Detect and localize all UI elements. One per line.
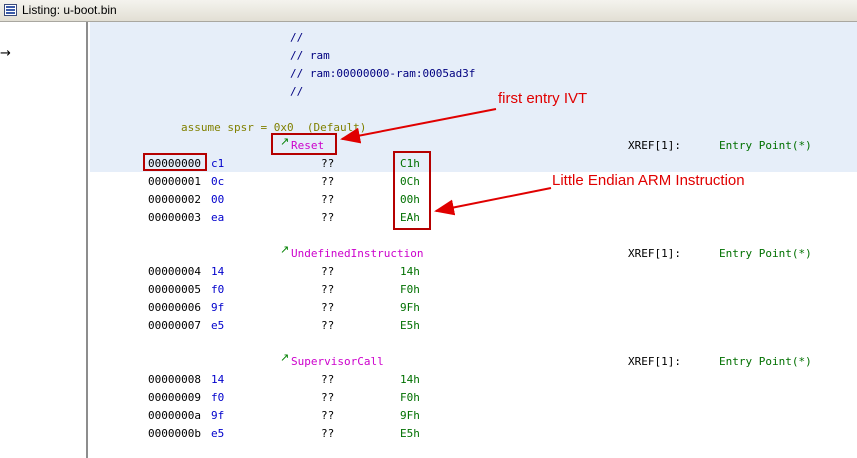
xref-arrow-icon: ↗ <box>280 351 290 364</box>
xref-label: XREF[1]: <box>628 139 681 152</box>
comment-line: // <box>290 31 304 44</box>
reset-label-highlight-box <box>271 133 337 155</box>
address[interactable]: 0000000a <box>148 409 201 422</box>
mnemonic: ?? <box>321 427 335 440</box>
address[interactable]: 00000006 <box>148 301 201 314</box>
value: F0h <box>400 391 420 404</box>
mnemonic: ?? <box>321 319 335 332</box>
value: 14h <box>400 373 420 386</box>
mnemonic: ?? <box>321 175 335 188</box>
xref-label: XREF[1]: <box>628 355 681 368</box>
cursor-arrow-icon: → <box>0 46 11 61</box>
address[interactable]: 00000003 <box>148 211 201 224</box>
comment-line: // ram:00000000-ram:0005ad3f <box>290 67 476 80</box>
annotation-first-entry: first entry IVT <box>498 90 588 107</box>
byte: e5 <box>211 427 225 440</box>
mnemonic: ?? <box>321 301 335 314</box>
xref-label: XREF[1]: <box>628 247 681 260</box>
byte: 14 <box>211 373 225 386</box>
mnemonic: ?? <box>321 157 335 170</box>
address[interactable]: 00000001 <box>148 175 201 188</box>
byte: 00 <box>211 193 225 206</box>
mnemonic: ?? <box>321 265 335 278</box>
byte: e5 <box>211 319 225 332</box>
label-undefined-instruction[interactable]: UndefinedInstruction <box>291 247 423 260</box>
label-supervisor-call[interactable]: SupervisorCall <box>291 355 384 368</box>
address[interactable]: 00000008 <box>148 373 201 386</box>
byte: f0 <box>211 391 225 404</box>
xref-target[interactable]: Entry Point(*) <box>719 139 812 152</box>
value-column-highlight-box <box>393 151 431 230</box>
comment-line: // ram <box>290 49 330 62</box>
xref-target[interactable]: Entry Point(*) <box>719 355 812 368</box>
byte: c1 <box>211 157 225 170</box>
address[interactable]: 00000002 <box>148 193 201 206</box>
address-highlight-box <box>143 153 207 171</box>
mnemonic: ?? <box>321 193 335 206</box>
byte: 0c <box>211 175 225 188</box>
mnemonic: ?? <box>321 409 335 422</box>
value: F0h <box>400 283 420 296</box>
listing-margin-panel[interactable] <box>16 22 88 458</box>
annotation-little-endian: Little Endian ARM Instruction <box>552 172 745 189</box>
comment-line: // <box>290 85 304 98</box>
value: 9Fh <box>400 409 420 422</box>
address[interactable]: 00000009 <box>148 391 201 404</box>
address[interactable]: 00000005 <box>148 283 201 296</box>
value: E5h <box>400 319 420 332</box>
byte: 9f <box>211 409 225 422</box>
window-title: Listing: u-boot.bin <box>22 3 117 17</box>
address[interactable]: 00000004 <box>148 265 201 278</box>
byte: f0 <box>211 283 225 296</box>
byte: ea <box>211 211 225 224</box>
mnemonic: ?? <box>321 211 335 224</box>
byte: 14 <box>211 265 225 278</box>
xref-arrow-icon: ↗ <box>280 243 290 256</box>
mnemonic: ?? <box>321 391 335 404</box>
address[interactable]: 00000007 <box>148 319 201 332</box>
value: E5h <box>400 427 420 440</box>
byte: 9f <box>211 301 225 314</box>
value: 9Fh <box>400 301 420 314</box>
value: 14h <box>400 265 420 278</box>
left-gutter: → <box>0 22 16 458</box>
xref-target[interactable]: Entry Point(*) <box>719 247 812 260</box>
window-titlebar: Listing: u-boot.bin <box>0 0 857 22</box>
mnemonic: ?? <box>321 373 335 386</box>
address[interactable]: 0000000b <box>148 427 201 440</box>
listing-window-icon <box>4 4 17 16</box>
mnemonic: ?? <box>321 283 335 296</box>
